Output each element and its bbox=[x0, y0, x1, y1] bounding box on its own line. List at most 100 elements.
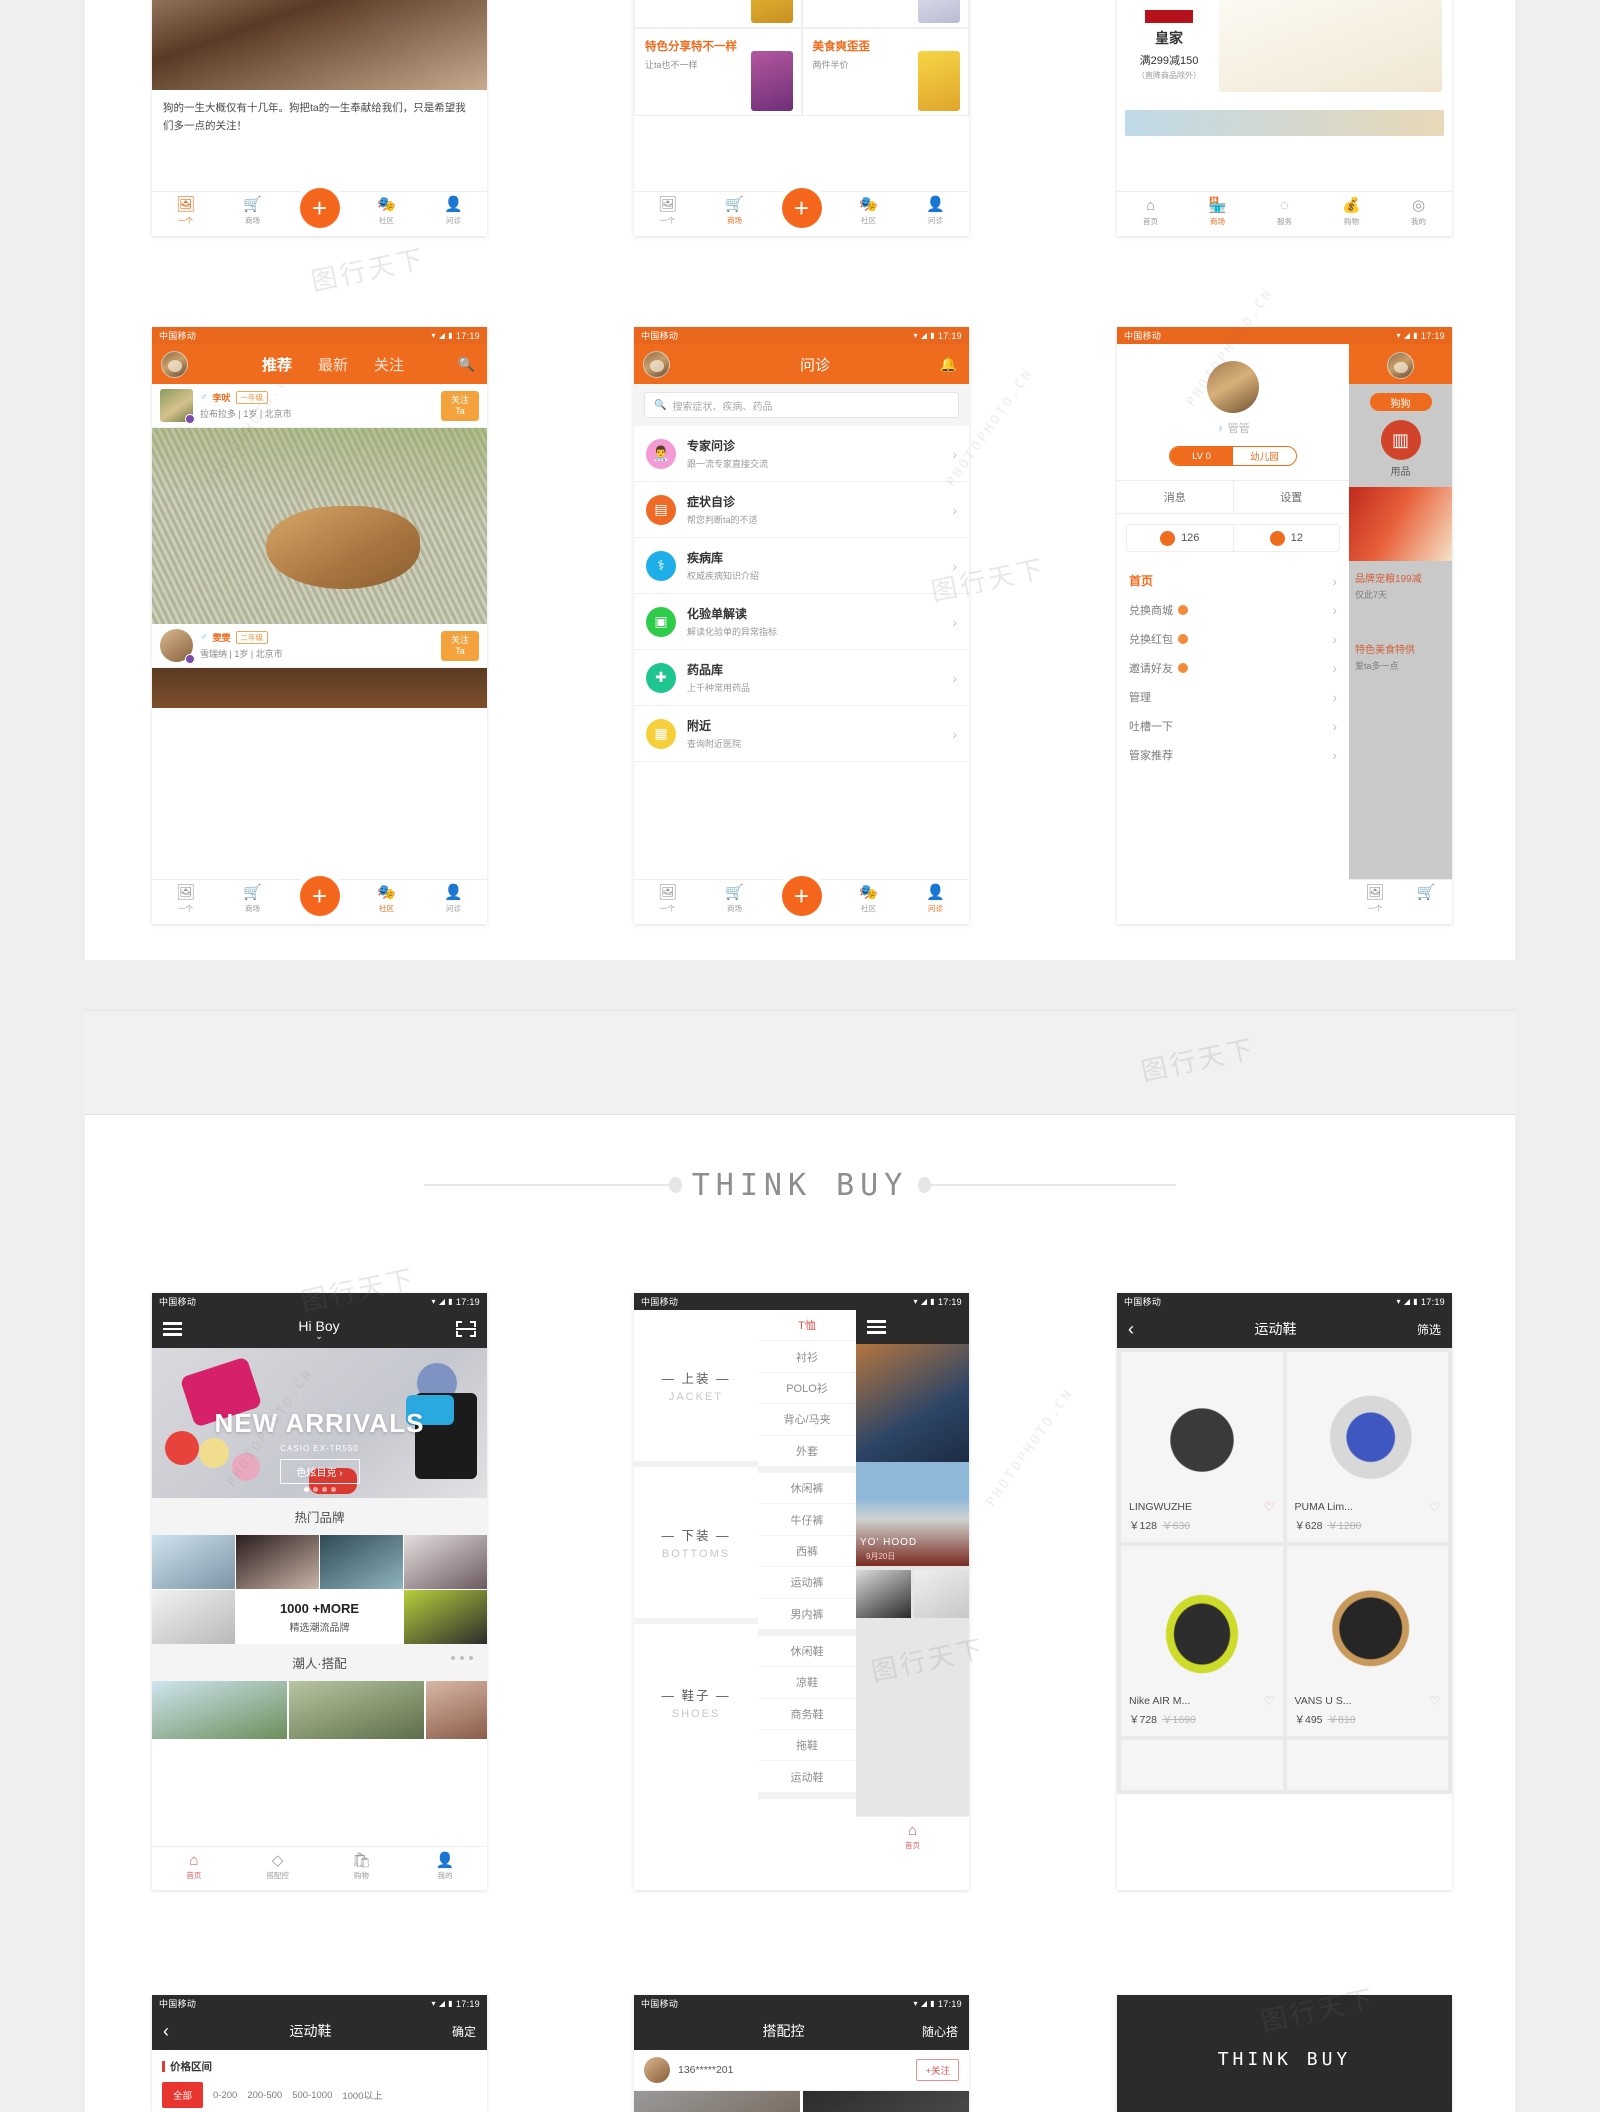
back-arrow-icon[interactable]: ‹ bbox=[163, 2021, 169, 2042]
category-item[interactable]: 运动鞋 bbox=[758, 1761, 856, 1793]
product-card[interactable]: VANS U S... ♡ ￥495 ￥810 bbox=[1286, 1546, 1448, 1736]
filter-option[interactable]: 200-500 bbox=[247, 2090, 282, 2101]
look-cell[interactable] bbox=[426, 1681, 487, 1739]
search-input[interactable]: 🔍 搜索症状、疾病、药品 bbox=[644, 392, 959, 418]
back-arrow-icon[interactable]: ‹ bbox=[1128, 1319, 1134, 1340]
settings-button[interactable]: 设置 bbox=[1232, 481, 1350, 513]
menu-item-manage[interactable]: 管理 › bbox=[1117, 682, 1349, 711]
filter-option[interactable]: 0-200 bbox=[213, 2090, 237, 2101]
bottom-tabbar[interactable]: 🖼 一个 🛒 商场 🎭 社区 👤 问诊 + bbox=[152, 188, 487, 236]
avatar[interactable] bbox=[1207, 361, 1259, 413]
match-user-row[interactable]: 136*****201 +关注 bbox=[634, 2050, 969, 2091]
behind-tabbar[interactable]: ⌂ 首页 bbox=[856, 1816, 969, 1850]
point-stat[interactable]: 12 bbox=[1232, 525, 1340, 551]
brand-promo-cell[interactable]: 1000 +MORE 精选潮流品牌 bbox=[236, 1590, 403, 1644]
tab-shangchang[interactable]: 🛒 商场 bbox=[701, 885, 768, 914]
tab-wenzhen[interactable]: 👤 问诊 bbox=[902, 885, 969, 914]
tab-yige[interactable]: 🖼 一个 bbox=[634, 197, 701, 226]
bell-icon[interactable]: 🔔 bbox=[940, 356, 957, 373]
hero-banner[interactable]: NEW ARRIVALS CASIO EX-TR550 色炫目克 › bbox=[152, 1348, 487, 1498]
post-photo[interactable] bbox=[152, 668, 487, 708]
category-item[interactable]: 衬衫 bbox=[758, 1341, 856, 1373]
tab-shangchang[interactable]: 🛒 商场 bbox=[701, 197, 768, 226]
tab-mine[interactable]: 👤 我的 bbox=[403, 1847, 487, 1890]
match-image[interactable] bbox=[803, 2091, 969, 2112]
match-image[interactable] bbox=[634, 2091, 800, 2112]
tab-shequ[interactable]: 🎭 社区 bbox=[835, 197, 902, 226]
post-photo[interactable] bbox=[152, 428, 487, 624]
tab-shangchang[interactable]: 🛒 商场 bbox=[219, 197, 286, 226]
mall-cell[interactable]: 特色分享特不一样 让ta也不一样 bbox=[634, 28, 802, 116]
follow-button[interactable]: +关注 bbox=[916, 2059, 959, 2081]
category-item[interactable]: 凉鞋 bbox=[758, 1667, 856, 1699]
tab-shequ[interactable]: 🎭 社区 bbox=[353, 197, 420, 226]
heart-icon[interactable]: ♡ bbox=[1429, 1694, 1440, 1708]
menu-item-recommend[interactable]: 管家推荐 › bbox=[1117, 740, 1349, 769]
mall-cell[interactable]: 美食爽歪歪 两件半价 bbox=[801, 28, 969, 116]
confirm-button[interactable]: 确定 bbox=[452, 2023, 476, 2040]
tab-yige[interactable]: 🖼 一个 bbox=[152, 885, 219, 914]
match-images[interactable] bbox=[634, 2091, 969, 2112]
look-cell[interactable] bbox=[289, 1681, 425, 1739]
tab-store[interactable]: 🏪 商场 bbox=[1184, 198, 1251, 227]
tab-match[interactable]: ◇ 搭配控 bbox=[236, 1847, 320, 1890]
hamburger-icon[interactable] bbox=[867, 1320, 886, 1334]
tab-home[interactable]: ⌂ 首页 bbox=[856, 1817, 969, 1850]
avatar[interactable] bbox=[643, 350, 670, 378]
tab-following[interactable]: 关注 bbox=[374, 354, 404, 375]
category-item[interactable]: 牛仔裤 bbox=[758, 1504, 856, 1536]
add-post-fab[interactable]: + bbox=[299, 876, 340, 916]
random-match-button[interactable]: 随心搭 bbox=[922, 2023, 958, 2040]
filter-option-all[interactable]: 全部 bbox=[162, 2082, 204, 2108]
product-card[interactable]: PUMA Lim... ♡ ￥628 ￥1280 bbox=[1286, 1352, 1448, 1542]
brand-cell[interactable] bbox=[236, 1535, 319, 1589]
follow-button[interactable]: 关注 Ta bbox=[441, 390, 479, 421]
add-post-fab[interactable]: + bbox=[781, 876, 822, 916]
tab-wenzhen[interactable]: 👤 问诊 bbox=[420, 885, 487, 914]
chevron-down-icon[interactable]: ⌄ bbox=[298, 1331, 339, 1341]
product-card[interactable]: LINGWUZHE ♡ ￥128 ￥630 bbox=[1121, 1352, 1283, 1542]
bottom-tabbar[interactable]: 🖼 一个 🛒 商场 🎭 社区 👤 问诊 + bbox=[152, 876, 487, 924]
category-item[interactable]: 商务鞋 bbox=[758, 1699, 856, 1731]
tab-service[interactable]: ◌ 服务 bbox=[1251, 198, 1318, 227]
feed-tabs[interactable]: 推荐 最新 关注 bbox=[262, 354, 404, 375]
bottom-tabbar[interactable]: 🖼 一个 🛒 商场 🎭 社区 👤 问诊 + bbox=[634, 188, 969, 236]
heart-icon[interactable]: ♡ bbox=[1429, 1500, 1440, 1514]
brand-cell[interactable] bbox=[320, 1535, 403, 1589]
tab-wenzhen[interactable]: 👤 问诊 bbox=[420, 197, 487, 226]
menu-item-exchange-mall[interactable]: 兑换商城 › bbox=[1117, 595, 1349, 624]
product-card[interactable]: Nike AIR M... ♡ ￥728 ￥1690 bbox=[1121, 1546, 1283, 1736]
category-item[interactable]: 休闲裤 bbox=[758, 1473, 856, 1505]
menu-item-home[interactable]: 首页 › bbox=[1117, 566, 1349, 595]
menu-item-feedback[interactable]: 吐槽一下 › bbox=[1117, 711, 1349, 740]
feed-post-header[interactable]: ♂ 雯雯 二年级 雪瑞纳 | 1岁 | 北京市 关注 Ta bbox=[152, 624, 487, 668]
supplies-icon[interactable]: ▥ bbox=[1380, 420, 1421, 460]
category-item[interactable]: 西裤 bbox=[758, 1536, 856, 1568]
pet-type-pill[interactable]: 狗狗 bbox=[1369, 393, 1432, 411]
tab-yige[interactable]: 🖼 一个 bbox=[1349, 885, 1401, 914]
mall-cell[interactable]: 美食如意购 两件5折 bbox=[801, 0, 969, 28]
tab-shequ[interactable]: 🎭 社区 bbox=[835, 885, 902, 914]
tab-mine[interactable]: ◎ 我的 bbox=[1385, 198, 1452, 227]
filter-option[interactable]: 1000以上 bbox=[342, 2088, 382, 2102]
category-item[interactable]: 男内裤 bbox=[758, 1599, 856, 1630]
bottom-tabbar[interactable]: 🖼 一个 🛒 bbox=[1349, 879, 1452, 924]
messages-button[interactable]: 消息 bbox=[1117, 481, 1233, 513]
tab-yige[interactable]: 🖼 一个 bbox=[152, 197, 219, 226]
avatar[interactable] bbox=[1387, 352, 1414, 379]
tab-latest[interactable]: 最新 bbox=[318, 354, 348, 375]
menu-item-invite[interactable]: 邀请好友 › bbox=[1117, 653, 1349, 682]
filter-button[interactable]: 筛选 bbox=[1417, 1321, 1441, 1338]
bottom-tabbar[interactable]: 🖼 一个 🛒 商场 🎭 社区 👤 问诊 + bbox=[634, 876, 969, 924]
category-item[interactable]: 拖鞋 bbox=[758, 1730, 856, 1762]
tab-shopping[interactable]: 💰 购物 bbox=[1318, 198, 1385, 227]
brand-card[interactable]: 皇家 满299减150 （直降商品除外） bbox=[1117, 0, 1452, 106]
brand-cell[interactable] bbox=[152, 1590, 235, 1644]
tab-wenzhen[interactable]: 👤 问诊 bbox=[902, 197, 969, 226]
brand-cell[interactable] bbox=[404, 1535, 487, 1589]
tab-shangchang[interactable]: 🛒 bbox=[1401, 885, 1453, 900]
service-item-report[interactable]: ▣ 化验单解读 解读化验单的异常指标 › bbox=[634, 594, 969, 650]
tab-recommend[interactable]: 推荐 bbox=[262, 354, 292, 375]
add-post-fab[interactable]: + bbox=[781, 188, 822, 228]
feed-post-header[interactable]: ♂ 李吠 一年级 拉布拉多 | 1岁 | 北京市 关注 Ta bbox=[152, 384, 487, 428]
